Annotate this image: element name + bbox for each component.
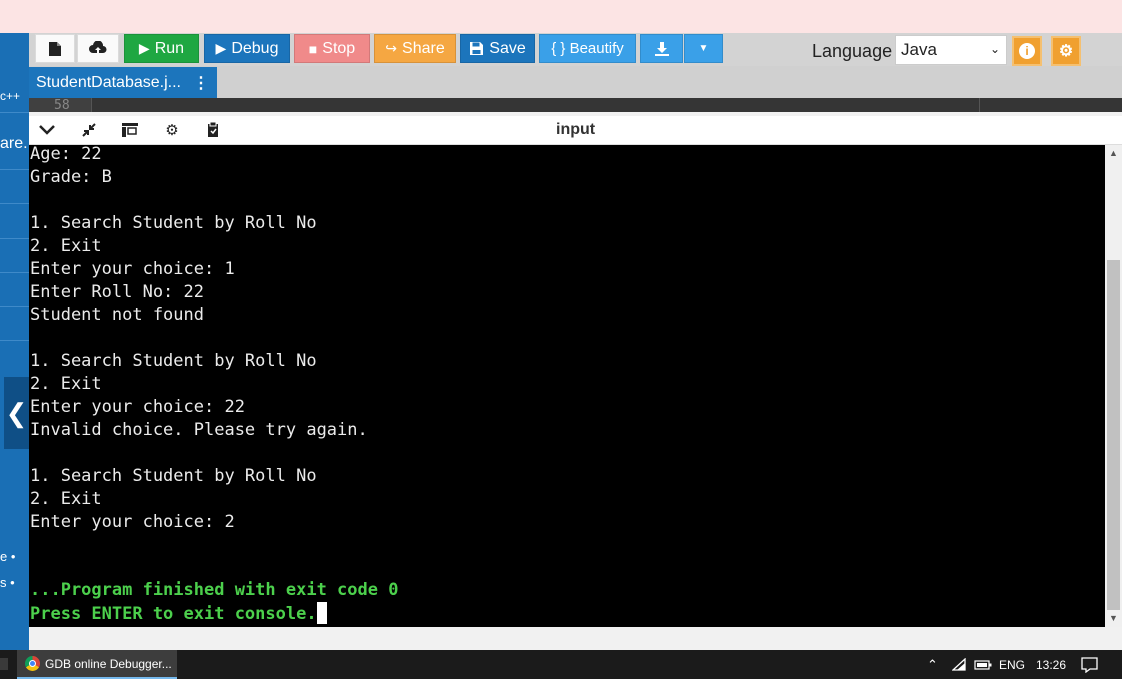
left-sidebar: c++ are. ❮ e • s • bbox=[0, 33, 29, 650]
sidebar-divider bbox=[0, 169, 29, 170]
exit-code-message: ...Program finished with exit code 0 bbox=[30, 580, 399, 600]
file-tab-student-database[interactable]: StudentDatabase.j... ⋮ bbox=[29, 67, 217, 98]
chevron-up-icon: ⌃ bbox=[927, 656, 938, 672]
scroll-down-icon[interactable]: ▼ bbox=[1109, 613, 1118, 623]
layout-icon[interactable] bbox=[120, 120, 140, 140]
taskbar-edge-icon[interactable] bbox=[0, 658, 8, 670]
info-button[interactable]: i bbox=[1012, 36, 1042, 66]
share-button[interactable]: ↪ Share bbox=[374, 34, 456, 63]
editor-divider bbox=[91, 98, 92, 112]
save-label: Save bbox=[489, 39, 526, 57]
notification-button[interactable] bbox=[1081, 650, 1098, 679]
beautify-button[interactable]: { } Beautify bbox=[539, 34, 636, 63]
file-tab-bar: StudentDatabase.j... ⋮ bbox=[29, 66, 1122, 98]
sidebar-divider bbox=[0, 203, 29, 204]
new-file-button[interactable] bbox=[35, 34, 75, 63]
sidebar-text-item-2[interactable]: s • bbox=[0, 575, 15, 590]
console-output[interactable]: Age: 22 Grade: B 1. Search Student by Ro… bbox=[29, 145, 1105, 627]
new-file-icon bbox=[49, 41, 61, 56]
exit-console-prompt-line: Press ENTER to exit console. bbox=[30, 602, 398, 626]
clock-label: 13:26 bbox=[1036, 657, 1067, 672]
stop-label: Stop bbox=[322, 39, 356, 57]
debug-label: Debug bbox=[231, 39, 279, 57]
chrome-icon bbox=[25, 656, 40, 671]
sidebar-divider bbox=[0, 272, 29, 273]
language-indicator[interactable]: ENG bbox=[999, 650, 1025, 679]
sidebar-divider bbox=[0, 306, 29, 307]
settings-button[interactable]: ⚙ bbox=[1051, 36, 1081, 66]
sidebar-divider bbox=[0, 238, 29, 239]
upload-icon bbox=[89, 40, 107, 54]
program-output: Age: 22 Grade: B 1. Search Student by Ro… bbox=[30, 145, 368, 532]
scrollbar-thumb[interactable] bbox=[1107, 260, 1120, 610]
console-footer bbox=[29, 627, 1122, 650]
beautify-label: { } Beautify bbox=[551, 40, 624, 57]
play-icon: ▶ bbox=[138, 40, 150, 56]
sidebar-divider bbox=[0, 112, 29, 113]
file-tab-label: StudentDatabase.j... bbox=[36, 73, 181, 91]
scroll-up-icon[interactable]: ▲ bbox=[1109, 148, 1118, 158]
show-hidden-icons-button[interactable]: ⌃ bbox=[927, 650, 938, 679]
upload-button[interactable] bbox=[77, 34, 119, 63]
notification-icon bbox=[1081, 656, 1098, 673]
battery-icon[interactable] bbox=[974, 650, 992, 679]
line-number-gutter: 58 bbox=[29, 98, 91, 112]
clipboard-icon[interactable] bbox=[203, 120, 223, 140]
chevron-down-icon: ⌄ bbox=[989, 42, 1000, 56]
taskbar-app-chrome[interactable]: GDB online Debugger... bbox=[17, 650, 177, 679]
sidebar-text-cpp[interactable]: c++ bbox=[0, 89, 20, 103]
language-value: Java bbox=[901, 40, 937, 59]
save-button[interactable]: Save bbox=[460, 34, 535, 63]
wifi-icon[interactable] bbox=[952, 650, 968, 679]
download-button[interactable] bbox=[640, 34, 683, 63]
gear-icon: ⚙ bbox=[1058, 43, 1074, 60]
chevron-down-icon[interactable] bbox=[37, 120, 57, 140]
sidebar-divider bbox=[0, 340, 29, 341]
save-icon bbox=[470, 42, 484, 55]
console-header: ⚙ input bbox=[29, 116, 1122, 145]
settings-icon[interactable]: ⚙ bbox=[162, 120, 182, 140]
share-label: Share bbox=[402, 39, 445, 57]
more-options-icon[interactable]: ⋮ bbox=[193, 73, 209, 93]
exit-console-prompt: Press ENTER to exit console. bbox=[30, 604, 317, 624]
sidebar-text-item-1[interactable]: e • bbox=[0, 549, 15, 564]
chevron-left-icon: ❮ bbox=[5, 397, 28, 428]
debug-button[interactable]: ▶︎ Debug bbox=[204, 34, 290, 63]
browser-top-strip bbox=[0, 0, 1122, 33]
debug-icon: ▶︎ bbox=[215, 40, 227, 56]
taskbar-app-label: GDB online Debugger... bbox=[45, 656, 172, 671]
editor-print-margin bbox=[979, 98, 980, 112]
info-icon: i bbox=[1019, 43, 1035, 59]
run-label: Run bbox=[154, 39, 185, 57]
stop-button[interactable]: ■ Stop bbox=[294, 34, 370, 63]
console-output-area: Age: 22 Grade: B 1. Search Student by Ro… bbox=[30, 145, 368, 534]
caret-down-icon: ▼ bbox=[698, 43, 709, 54]
toolbar: ▶ Run ▶︎ Debug ■ Stop ↪ Share Save { } B… bbox=[29, 33, 1122, 66]
sidebar-text-share: are. bbox=[0, 135, 28, 152]
language-indicator-label: ENG bbox=[999, 657, 1026, 672]
line-number: 58 bbox=[54, 98, 70, 112]
console-scrollbar[interactable]: ▲ ▼ bbox=[1105, 145, 1122, 627]
taskbar: GDB online Debugger... ⌃ ENG 13:26 bbox=[0, 650, 1122, 679]
clock[interactable]: 13:26 bbox=[1036, 650, 1066, 679]
text-cursor bbox=[316, 602, 327, 624]
console-title: input bbox=[556, 121, 596, 138]
language-select[interactable]: Java ⌄ bbox=[895, 35, 1007, 65]
run-button[interactable]: ▶ Run bbox=[124, 34, 199, 63]
console-finish-area: ...Program finished with exit code 0 Pre… bbox=[30, 579, 398, 626]
share-icon: ↪ bbox=[385, 40, 398, 56]
resize-icon[interactable] bbox=[79, 120, 99, 140]
download-icon bbox=[654, 41, 669, 56]
sidebar-collapse-button[interactable]: ❮ bbox=[4, 377, 29, 449]
download-options-button[interactable]: ▼ bbox=[684, 34, 723, 63]
code-editor-strip[interactable]: 58 bbox=[29, 98, 1122, 112]
language-label: Language bbox=[812, 41, 893, 61]
stop-icon: ■ bbox=[308, 40, 318, 57]
